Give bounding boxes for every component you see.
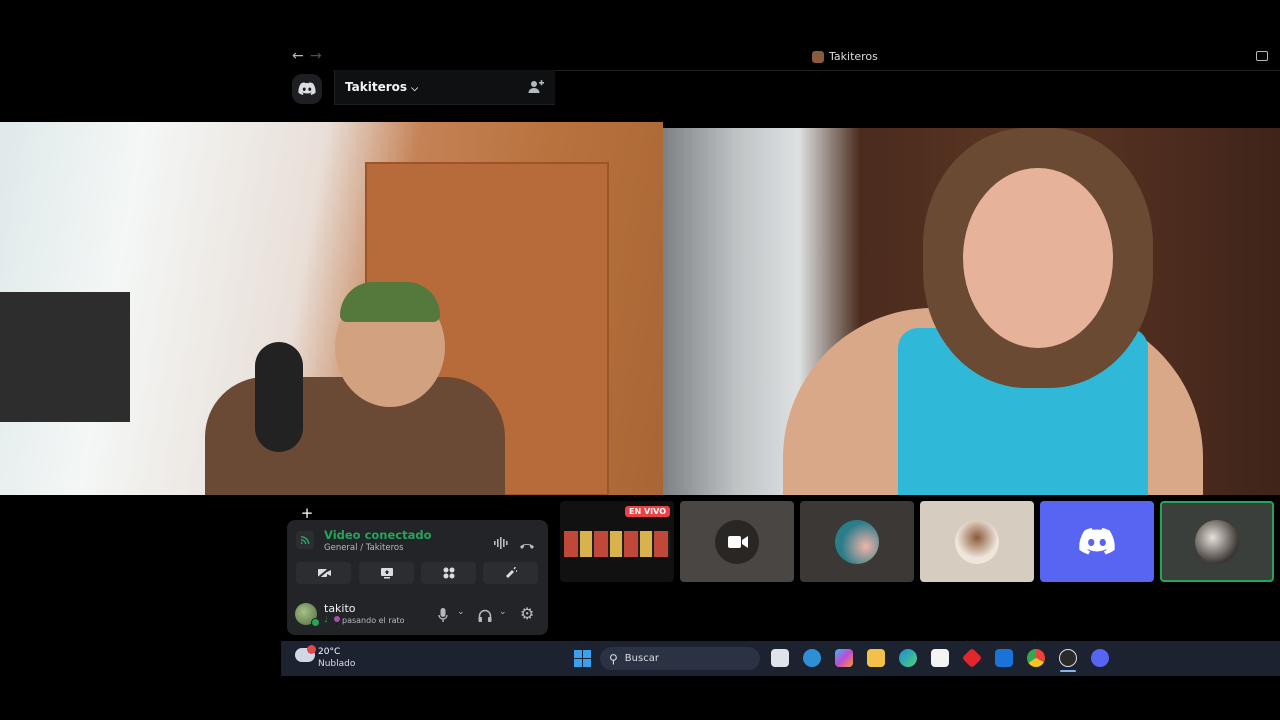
person-shape: [205, 377, 505, 495]
server-name-dropdown[interactable]: Takiteros ⌵: [345, 80, 418, 94]
chevron-down-icon: ⌵: [411, 84, 419, 94]
window-title-text: Takiteros: [829, 50, 878, 63]
microphone-shape: [255, 342, 303, 452]
forward-arrow-icon[interactable]: →: [310, 48, 322, 64]
screen-share-icon: [380, 568, 393, 579]
outlook-icon[interactable]: [995, 649, 1013, 667]
discord-logo-icon: [1079, 527, 1115, 554]
disconnect-icon[interactable]: [519, 535, 535, 554]
mic-options-chevron-icon[interactable]: ⌄: [457, 607, 465, 617]
audio-options-chevron-icon[interactable]: ⌄: [499, 607, 507, 617]
stream-thumbnail: [564, 531, 670, 557]
participant-avatar: [955, 519, 999, 564]
file-explorer-icon[interactable]: [867, 649, 885, 667]
live-badge: EN VIVO: [625, 506, 670, 517]
server-name: Takiteros: [345, 80, 408, 94]
window-title: Takiteros: [812, 50, 878, 63]
gear-icon[interactable]: ⚙: [520, 606, 534, 622]
search-placeholder: Buscar: [624, 653, 659, 664]
participant-avatar: [835, 519, 879, 564]
obs-icon[interactable]: [1059, 649, 1077, 667]
speaker-icon: ♩: [324, 615, 328, 624]
screen-share-button[interactable]: [359, 562, 414, 584]
window-shape: [0, 292, 130, 422]
cap-shape: [340, 282, 440, 322]
voice-status[interactable]: Video conectado: [324, 528, 432, 542]
noise-suppression-icon[interactable]: [493, 534, 509, 553]
participant-tile-1[interactable]: [680, 501, 794, 582]
face-shape: [963, 168, 1113, 348]
soundboard-icon: [505, 567, 517, 578]
taskbar-search[interactable]: ⚲ Buscar: [600, 647, 760, 670]
edge-icon[interactable]: [899, 649, 917, 667]
weather-temp[interactable]: 20°C: [318, 647, 340, 657]
participant-tile-5[interactable]: [1160, 501, 1274, 582]
search-icon: ⚲: [609, 651, 618, 666]
discord-taskbar-icon[interactable]: [1091, 649, 1109, 667]
soundboard-button[interactable]: [483, 562, 538, 584]
connection-signal-icon: [296, 531, 314, 553]
online-status-icon: [311, 618, 320, 627]
user-name[interactable]: takito: [324, 602, 356, 615]
headphones-icon[interactable]: [478, 607, 492, 626]
camera-icon: [728, 534, 748, 553]
active-app-indicator: [1060, 670, 1076, 672]
windows-start-icon[interactable]: [574, 650, 591, 671]
camera-off-button[interactable]: [296, 562, 351, 584]
video-feed-right[interactable]: [663, 128, 1280, 495]
activities-icon: [443, 567, 454, 579]
store-icon[interactable]: [931, 649, 949, 667]
participant-tile-stream[interactable]: EN VIVO: [560, 501, 674, 582]
app-icon-1[interactable]: [803, 649, 821, 667]
weather-alert-icon: [307, 645, 316, 654]
participant-tile-4[interactable]: [1040, 501, 1154, 582]
participant-tile-3[interactable]: [920, 501, 1034, 582]
server-icon: [812, 50, 824, 63]
participant-tile-2[interactable]: [800, 501, 914, 582]
discord-home-button[interactable]: [292, 74, 322, 104]
activities-button[interactable]: [421, 562, 476, 584]
user-status: pasando el rato: [342, 616, 405, 625]
participant-avatar: [1195, 519, 1239, 564]
video-feed-left[interactable]: [0, 122, 663, 495]
back-arrow-icon[interactable]: ←: [292, 48, 304, 64]
camera-off-icon: [316, 567, 331, 579]
inbox-icon[interactable]: [1256, 51, 1268, 61]
weather-desc[interactable]: Nublado: [318, 659, 355, 669]
task-view-icon[interactable]: [771, 649, 789, 667]
copilot-icon[interactable]: [835, 649, 853, 667]
activity-icon: [334, 616, 340, 622]
window-titlebar: [281, 44, 1280, 71]
add-user-icon[interactable]: [528, 79, 544, 99]
microphone-icon[interactable]: [438, 607, 448, 626]
discord-logo-icon: [298, 82, 316, 95]
voice-channel-path[interactable]: General / Takiteros: [324, 543, 404, 553]
chrome-icon[interactable]: [1027, 649, 1045, 667]
